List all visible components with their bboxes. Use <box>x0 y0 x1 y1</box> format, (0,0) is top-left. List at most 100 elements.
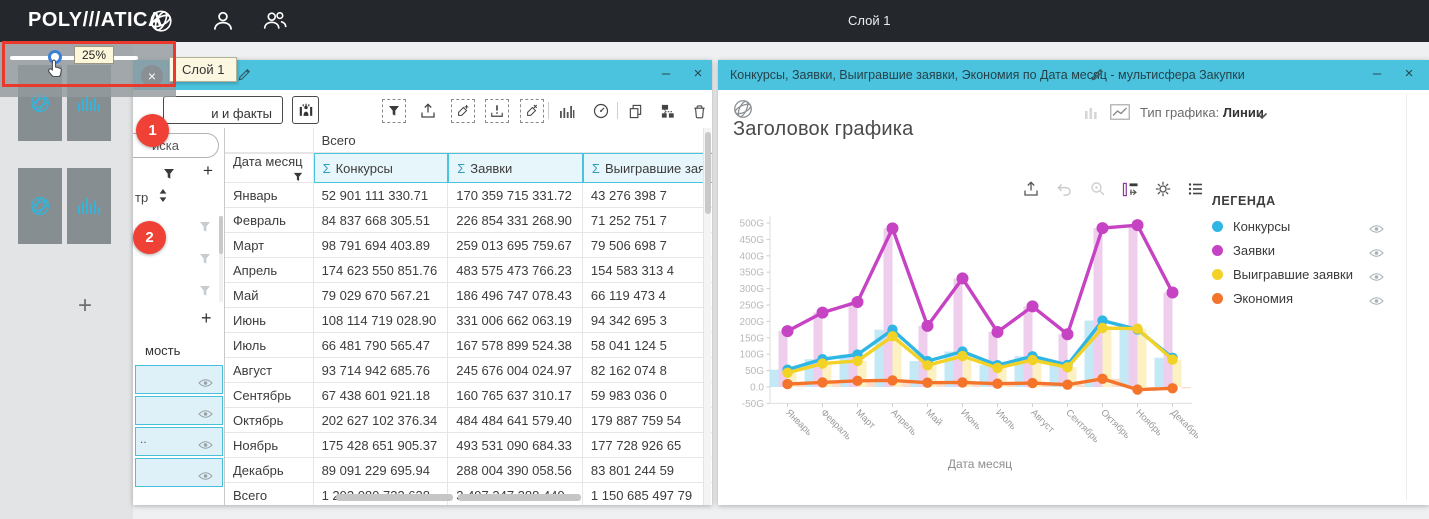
cell-month[interactable]: Март <box>225 233 314 258</box>
cell-month[interactable]: Апрель <box>225 258 314 283</box>
measure-column-header[interactable]: ΣКонкурсы <box>314 153 449 183</box>
legend-item[interactable]: Выигравшие заявки <box>1212 266 1412 290</box>
cell-value[interactable]: 202 627 102 376.34 <box>314 408 449 433</box>
delete-icon[interactable] <box>689 101 709 121</box>
remove-mark-icon[interactable] <box>522 101 542 121</box>
minimize-button[interactable]: – <box>655 64 677 86</box>
cell-month[interactable]: Февраль <box>225 208 314 233</box>
layer2-multisphere-thumbnail[interactable] <box>18 168 62 244</box>
eye-icon[interactable] <box>198 468 213 486</box>
eye-icon[interactable] <box>1369 222 1384 237</box>
cell-month[interactable]: Сентябрь <box>225 383 314 408</box>
cell-value[interactable]: 59 983 036 0 <box>583 383 712 408</box>
data-profile-button[interactable] <box>292 96 319 124</box>
eye-icon[interactable] <box>198 375 213 393</box>
panel-scrollbar[interactable] <box>219 216 223 302</box>
cell-value[interactable]: 89 091 229 695.94 <box>314 458 449 483</box>
users-icon[interactable] <box>262 8 288 34</box>
add-layer-button[interactable]: + <box>78 292 92 320</box>
cell-value[interactable]: 483 575 473 766.23 <box>448 258 583 283</box>
dimension-column-header[interactable]: Дата месяц <box>225 153 314 183</box>
resize-panel-icon[interactable] <box>1120 179 1140 199</box>
zoom-icon[interactable] <box>1088 179 1108 199</box>
filter-icon[interactable] <box>163 167 175 185</box>
legend-item[interactable]: Экономия <box>1212 290 1412 314</box>
eye-icon[interactable] <box>198 437 213 455</box>
fact-row[interactable] <box>135 458 223 487</box>
cell-value[interactable]: 43 276 398 7 <box>583 183 712 208</box>
edit-title-icon[interactable] <box>1090 67 1105 87</box>
legend-item[interactable]: Заявки <box>1212 242 1412 266</box>
cell-value[interactable]: 1 150 685 497 79 <box>583 483 712 505</box>
edit-title-icon[interactable] <box>237 67 252 87</box>
cell-value[interactable]: 82 162 074 8 <box>583 358 712 383</box>
chart-canvas[interactable]: 500G450G400G350G300G250G200G150G100G50G0… <box>730 210 1230 478</box>
tray-alert-icon[interactable] <box>487 101 507 121</box>
minimize-button[interactable]: – <box>1366 64 1388 86</box>
cell-month[interactable]: Июнь <box>225 308 314 333</box>
cell-month[interactable]: Июль <box>225 333 314 358</box>
cell-month[interactable]: Всего <box>225 483 314 505</box>
add-fact-button[interactable]: + <box>201 308 212 329</box>
cell-value[interactable]: 79 029 670 567.21 <box>314 283 449 308</box>
cell-month[interactable]: Октябрь <box>225 408 314 433</box>
cell-value[interactable]: 71 252 751 7 <box>583 208 712 233</box>
cell-value[interactable]: 170 359 715 331.72 <box>448 183 583 208</box>
chevron-down-icon[interactable] <box>1256 108 1268 123</box>
cell-value[interactable]: 331 006 662 063.19 <box>448 308 583 333</box>
add-mark-icon[interactable] <box>453 101 473 121</box>
cell-value[interactable]: 98 791 694 403.89 <box>314 233 449 258</box>
cell-value[interactable]: 154 583 313 4 <box>583 258 712 283</box>
dimensions-facts-button[interactable]: и и факты <box>163 96 283 124</box>
cell-value[interactable]: 66 481 790 565.47 <box>314 333 449 358</box>
fact-row[interactable] <box>135 396 223 425</box>
eye-icon[interactable] <box>1369 246 1384 261</box>
fact-row[interactable] <box>135 365 223 394</box>
funnel-icon[interactable] <box>199 220 211 238</box>
cell-value[interactable]: 175 428 651 905.37 <box>314 433 449 458</box>
measure-column-header[interactable]: ΣВыигравшие зая <box>583 153 712 183</box>
cell-month[interactable]: Август <box>225 358 314 383</box>
line-type-icon[interactable] <box>1110 104 1130 123</box>
cell-value[interactable]: 84 837 668 305.51 <box>314 208 449 233</box>
legend-list-icon[interactable] <box>1186 179 1206 199</box>
user-icon[interactable] <box>210 8 236 34</box>
column-filter-icon[interactable] <box>293 172 303 182</box>
cell-value[interactable]: 93 714 942 685.76 <box>314 358 449 383</box>
chart-window-titlebar[interactable]: Конкурсы, Заявки, Выигравшие заявки, Эко… <box>718 60 1429 90</box>
multisphere-icon[interactable] <box>148 8 174 34</box>
close-button[interactable]: × <box>1398 64 1420 86</box>
cell-value[interactable]: 94 342 695 3 <box>583 308 712 333</box>
export-icon[interactable] <box>418 101 438 121</box>
cell-value[interactable]: 179 887 759 54 <box>583 408 712 433</box>
close-button[interactable]: × <box>687 64 709 86</box>
measure-column-header[interactable]: ΣЗаявки <box>448 153 583 183</box>
add-dimension-button[interactable]: + <box>203 161 213 181</box>
cell-value[interactable]: 83 801 244 59 <box>583 458 712 483</box>
export-icon[interactable] <box>1021 179 1041 199</box>
cell-value[interactable]: 259 013 695 759.67 <box>448 233 583 258</box>
fact-row[interactable]: .. <box>135 427 223 456</box>
cell-value[interactable]: 167 578 899 524.38 <box>448 333 583 358</box>
funnel-icon[interactable] <box>199 284 211 302</box>
cell-value[interactable]: 288 004 390 058.56 <box>448 458 583 483</box>
cell-value[interactable]: 493 531 090 684.33 <box>448 433 583 458</box>
cell-value[interactable]: 160 765 637 310.17 <box>448 383 583 408</box>
cell-value[interactable]: 67 438 601 921.18 <box>314 383 449 408</box>
table-vertical-scrollbar[interactable] <box>703 128 711 505</box>
funnel-icon[interactable] <box>199 252 211 270</box>
cell-value[interactable]: 177 728 926 65 <box>583 433 712 458</box>
cell-value[interactable]: 186 496 747 078.43 <box>448 283 583 308</box>
cell-value[interactable]: 108 114 719 028.90 <box>314 308 449 333</box>
copy-icon[interactable] <box>625 101 645 121</box>
cell-value[interactable]: 58 041 124 5 <box>583 333 712 358</box>
cell-value[interactable]: 484 484 641 579.40 <box>448 408 583 433</box>
cell-value[interactable]: 79 506 698 7 <box>583 233 712 258</box>
gear-icon[interactable] <box>1153 179 1173 199</box>
cell-month[interactable]: Ноябрь <box>225 433 314 458</box>
cell-value[interactable]: 174 623 550 851.76 <box>314 258 449 283</box>
cell-value[interactable]: 66 119 473 4 <box>583 283 712 308</box>
cell-value[interactable]: 52 901 111 330.71 <box>314 183 449 208</box>
table-horizontal-scrollbar[interactable] <box>336 494 453 501</box>
cell-value[interactable]: 226 854 331 268.90 <box>448 208 583 233</box>
